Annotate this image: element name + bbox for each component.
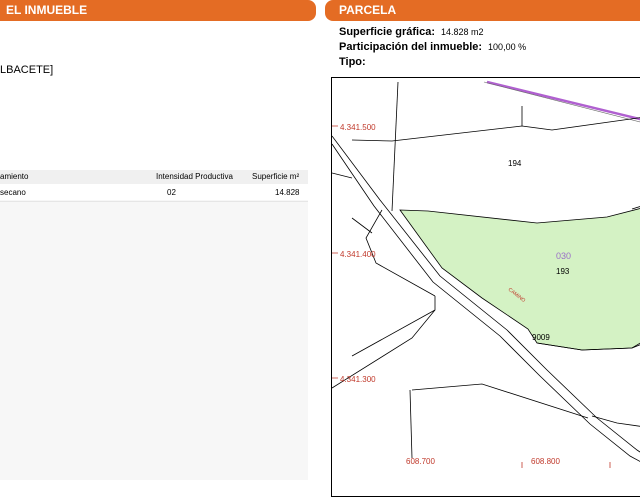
col-superficie: Superficie m² bbox=[252, 172, 300, 181]
location-text: LBACETE] bbox=[0, 64, 54, 76]
parcel-194-label: 194 bbox=[508, 159, 522, 168]
parcel-030-label: 030 bbox=[556, 251, 571, 261]
cell-aprovechamiento: secano bbox=[0, 188, 26, 197]
parcel-194-boundary bbox=[391, 81, 399, 212]
coord-x-608700: 608.700 bbox=[406, 457, 435, 466]
superficie-value: 14.828 m2 bbox=[440, 27, 484, 37]
participacion-row: Participación del inmueble: 100,00 % bbox=[339, 41, 526, 53]
left-panel-title: EL INMUEBLE bbox=[6, 3, 88, 17]
table-header: amiento Intensidad Productiva Superficie… bbox=[0, 170, 308, 184]
parcel-9009-label: 9009 bbox=[532, 333, 550, 342]
coord-x-608800: 608.800 bbox=[531, 457, 560, 466]
left-panel-header: EL INMUEBLE bbox=[0, 0, 316, 21]
right-panel-title: PARCELA bbox=[339, 3, 397, 17]
col-intensidad: Intensidad Productiva bbox=[156, 172, 233, 181]
table-row: secano 02 14.828 bbox=[0, 184, 308, 200]
parcel-193-label: 193 bbox=[556, 267, 570, 276]
cell-superficie: 14.828 bbox=[275, 188, 300, 197]
cadastral-map[interactable]: 4.341.500 4.341.400 4.341.300 608.700 60… bbox=[331, 77, 640, 497]
tipo-label: Tipo: bbox=[339, 56, 366, 68]
coord-y-4341500: 4.341.500 bbox=[340, 123, 376, 132]
cultivation-table: amiento Intensidad Productiva Superficie… bbox=[0, 170, 308, 480]
participacion-label: Participación del inmueble: bbox=[339, 41, 483, 53]
tipo-row: Tipo: bbox=[339, 56, 366, 68]
participacion-value: 100,00 % bbox=[488, 42, 527, 52]
table-divider bbox=[0, 201, 308, 202]
coord-y-4341400: 4.341.400 bbox=[340, 250, 376, 259]
superficie-label: Superficie gráfica: bbox=[339, 26, 435, 38]
right-panel-header: PARCELA bbox=[325, 0, 640, 21]
superficie-row: Superficie gráfica: 14.828 m2 bbox=[339, 26, 484, 38]
map-canvas: 4.341.500 4.341.400 4.341.300 608.700 60… bbox=[332, 80, 640, 468]
cell-intensidad: 02 bbox=[167, 188, 176, 197]
coord-y-4341300: 4.341.300 bbox=[340, 375, 376, 384]
col-aprovechamiento: amiento bbox=[0, 172, 29, 181]
parcel-030-area bbox=[399, 208, 640, 351]
